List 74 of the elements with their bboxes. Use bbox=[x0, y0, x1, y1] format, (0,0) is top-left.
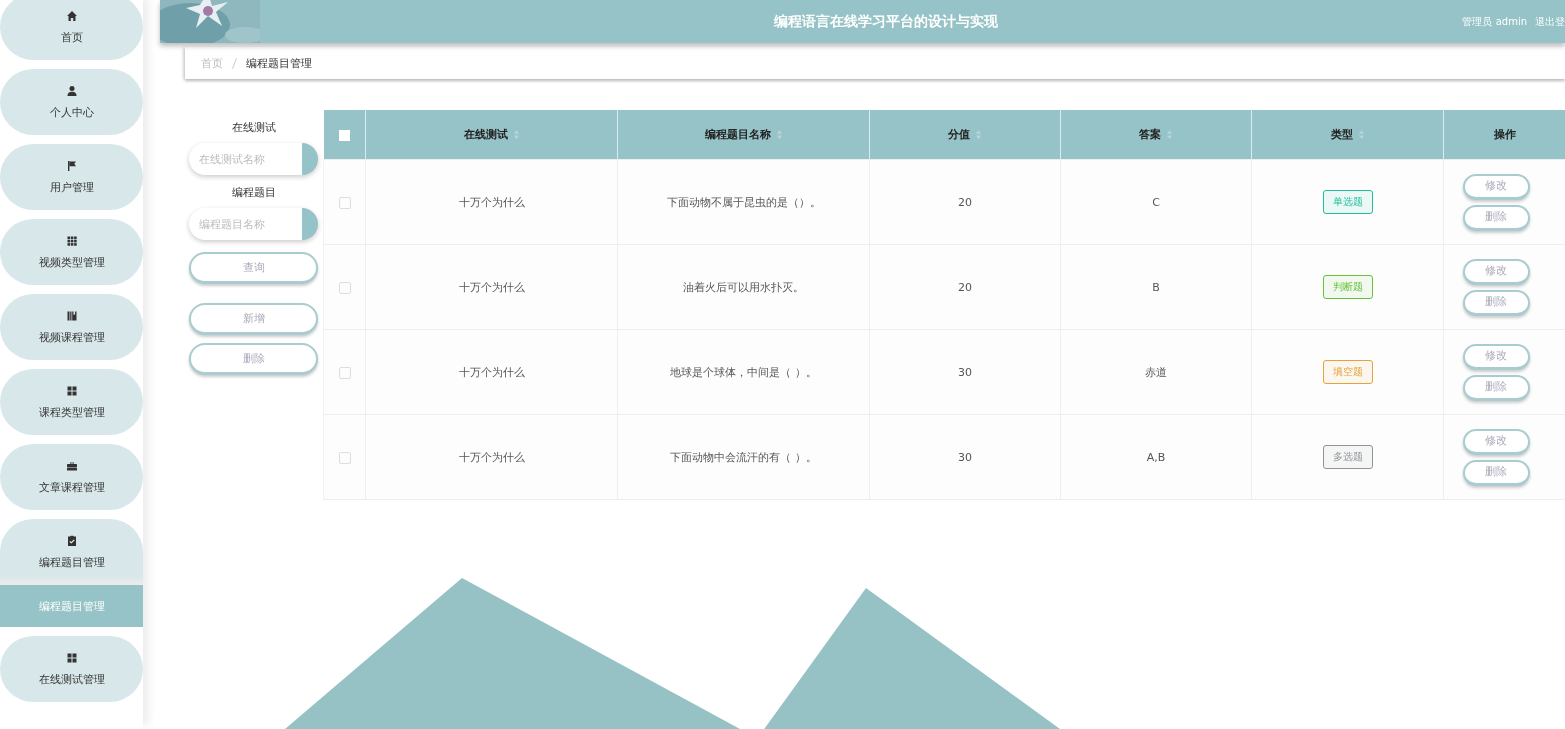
breadcrumb-link[interactable]: 编程题目管理 bbox=[246, 55, 312, 71]
column-header: 操作 bbox=[1493, 127, 1516, 142]
sidebar-item[interactable]: 编程题目管理 bbox=[0, 519, 143, 585]
row-action-button[interactable]: 修改 bbox=[1462, 428, 1530, 455]
sidebar-item[interactable]: 首页 bbox=[0, 0, 143, 60]
squares-icon bbox=[65, 651, 78, 664]
app-title: 编程语言在线学习平台的设计与实现 bbox=[773, 12, 1000, 31]
sidebar-item[interactable]: 视频课程管理 bbox=[0, 294, 143, 360]
column-header: 分值 bbox=[948, 127, 970, 142]
action-button[interactable]: 新增 bbox=[189, 303, 318, 335]
table-cell: 十万个为什么 bbox=[458, 280, 525, 294]
breadcrumb-link[interactable]: 首页 bbox=[201, 55, 223, 71]
table-cell: 20 bbox=[958, 195, 972, 209]
select-all-checkbox[interactable] bbox=[338, 129, 350, 141]
table-cell: 下面动物不属于昆虫的是（）。 bbox=[666, 195, 821, 209]
table-cell: 20 bbox=[958, 280, 972, 294]
sort-icon[interactable] bbox=[1166, 129, 1173, 140]
row-checkbox[interactable] bbox=[338, 281, 351, 294]
action-button[interactable]: 查询 bbox=[189, 252, 318, 284]
type-tag: 多选题 bbox=[1322, 445, 1373, 469]
sort-icon[interactable] bbox=[975, 129, 982, 140]
table-cell: 十万个为什么 bbox=[458, 195, 525, 209]
column-header: 类型 bbox=[1330, 127, 1353, 142]
user-name: 管理员 admin bbox=[1462, 14, 1527, 29]
table-cell: 十万个为什么 bbox=[458, 365, 525, 379]
type-tag: 填空题 bbox=[1322, 360, 1373, 384]
row-action-button[interactable]: 删除 bbox=[1462, 459, 1530, 486]
user-icon bbox=[65, 84, 78, 97]
home-icon bbox=[65, 9, 78, 22]
field-label: 编程题目 bbox=[231, 185, 276, 200]
sidebar-subitem[interactable]: 编程题目管理 bbox=[0, 585, 143, 627]
table-cell: C bbox=[1152, 195, 1160, 209]
sidebar-item[interactable]: 课程类型管理 bbox=[0, 369, 143, 435]
row-checkbox[interactable] bbox=[338, 366, 351, 379]
action-button[interactable]: 删除 bbox=[189, 343, 318, 375]
table-cell: 下面动物中会流汗的有（ ）。 bbox=[670, 450, 817, 464]
table-cell: 油着火后可以用水扑灭。 bbox=[683, 280, 804, 294]
sidebar-item[interactable]: 视频类型管理 bbox=[0, 219, 143, 285]
table-cell: 30 bbox=[958, 450, 972, 464]
type-tag: 单选题 bbox=[1322, 190, 1373, 214]
row-action-button[interactable]: 修改 bbox=[1462, 258, 1530, 285]
table-cell: 赤道 bbox=[1145, 365, 1167, 379]
row-checkbox[interactable] bbox=[338, 451, 351, 464]
type-tag: 判断题 bbox=[1322, 275, 1373, 299]
flag-icon bbox=[65, 159, 78, 172]
column-header: 答案 bbox=[1139, 127, 1161, 142]
row-action-button[interactable]: 修改 bbox=[1462, 343, 1530, 370]
column-header: 在线测试 bbox=[463, 127, 508, 142]
field-label: 在线测试 bbox=[231, 120, 276, 135]
sort-icon[interactable] bbox=[775, 129, 783, 140]
sidebar-item[interactable]: 用户管理 bbox=[0, 144, 143, 210]
table-cell: B bbox=[1152, 280, 1160, 294]
table-cell: 十万个为什么 bbox=[458, 450, 525, 464]
sidebar-item[interactable]: 文章课程管理 bbox=[0, 444, 143, 510]
table-cell: A,B bbox=[1146, 450, 1166, 464]
logout-link[interactable]: 退出登 bbox=[1535, 14, 1565, 29]
table-cell: 30 bbox=[958, 365, 972, 379]
book-icon bbox=[65, 309, 78, 322]
sort-icon[interactable] bbox=[1357, 129, 1365, 140]
column-header: 编程题目名称 bbox=[704, 127, 771, 142]
row-action-button[interactable]: 删除 bbox=[1462, 289, 1530, 316]
squares-icon bbox=[65, 384, 78, 397]
clipboard-icon bbox=[65, 534, 78, 547]
table-cell: 地球是个球体，中间是（ ）。 bbox=[670, 365, 817, 379]
sort-icon[interactable] bbox=[512, 129, 520, 140]
row-action-button[interactable]: 删除 bbox=[1462, 204, 1530, 231]
search-field[interactable]: 编程题目名称 bbox=[189, 208, 318, 240]
grid-icon bbox=[65, 234, 78, 247]
row-action-button[interactable]: 修改 bbox=[1462, 173, 1530, 200]
sidebar-item[interactable]: 在线测试管理 bbox=[0, 636, 143, 702]
row-checkbox[interactable] bbox=[338, 196, 351, 209]
sidebar-item[interactable]: 个人中心 bbox=[0, 69, 143, 135]
search-field[interactable]: 在线测试名称 bbox=[189, 143, 318, 175]
row-action-button[interactable]: 删除 bbox=[1462, 374, 1530, 401]
